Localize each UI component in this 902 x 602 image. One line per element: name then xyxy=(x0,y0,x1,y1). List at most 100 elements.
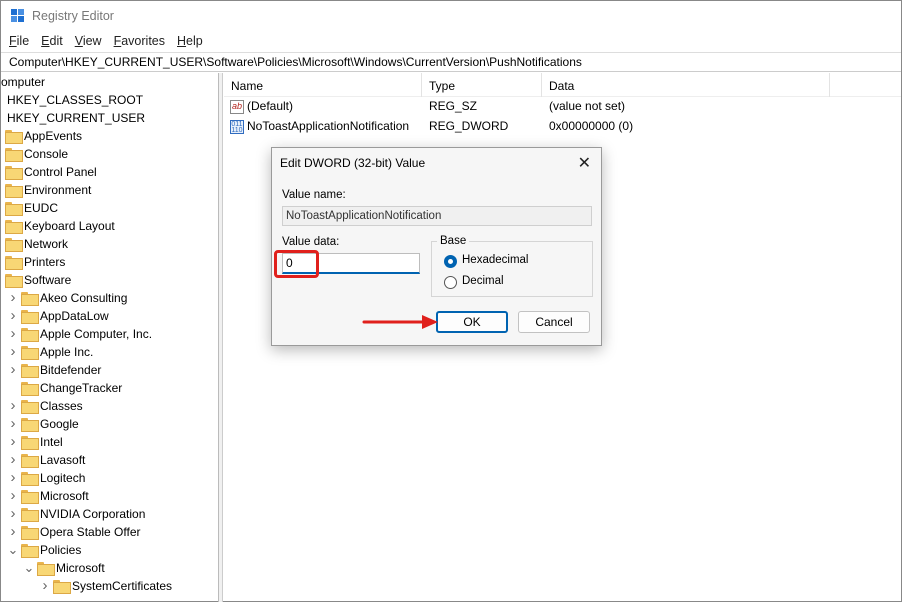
pane-splitter[interactable] xyxy=(219,73,223,602)
menu-bar: File Edit View Favorites Help xyxy=(1,31,215,51)
tree-item[interactable]: › Bitdefender xyxy=(7,361,101,379)
tree-item[interactable]: ⌄ Policies xyxy=(7,541,81,559)
tree-item[interactable]: Control Panel xyxy=(5,163,97,181)
tree-item[interactable]: HKEY_CLASSES_ROOT xyxy=(7,91,143,109)
tree-item[interactable]: › Apple Inc. xyxy=(7,343,93,361)
tree-item[interactable]: › Intel xyxy=(7,433,63,451)
tree-item[interactable]: › Logitech xyxy=(7,469,85,487)
tree-item[interactable]: › Classes xyxy=(7,397,83,415)
folder-icon xyxy=(21,490,39,504)
list-row-default[interactable]: ab (Default) REG_SZ (value not set) xyxy=(224,97,901,116)
tree-item[interactable]: Network xyxy=(5,235,68,253)
tree-item[interactable]: EUDC xyxy=(5,199,58,217)
tree-item-label: HKEY_CURRENT_USER xyxy=(7,111,146,125)
menu-help[interactable]: Help xyxy=(177,34,203,48)
tree-item[interactable]: Software xyxy=(5,271,71,289)
tree-item[interactable]: ChangeTracker xyxy=(7,379,122,397)
chevron-right-icon[interactable]: › xyxy=(7,343,19,361)
folder-icon xyxy=(21,346,39,360)
chevron-right-icon[interactable]: › xyxy=(7,523,19,541)
title-bar: Registry Editor xyxy=(1,1,901,31)
tree-item-label: Intel xyxy=(40,435,63,449)
tree-item[interactable]: › Google xyxy=(7,415,79,433)
close-icon[interactable]: ✕ xyxy=(578,153,591,173)
chevron-right-icon[interactable]: › xyxy=(7,451,19,469)
tree-item-label: omputer xyxy=(1,75,46,89)
address-bar[interactable]: Computer\HKEY_CURRENT_USER\Software\Poli… xyxy=(1,52,901,72)
highlight-box xyxy=(274,250,319,278)
registry-key-tree: omputer HKEY_CLASSES_ROOT HKEY_CURRENT_USE… xyxy=(1,73,219,602)
tree-item-label: Printers xyxy=(24,255,66,269)
tree-item[interactable]: ⌄ Microsoft xyxy=(23,559,105,577)
tree-item-label: EUDC xyxy=(24,201,59,215)
radio-hexadecimal[interactable] xyxy=(444,255,457,268)
list-header: Name Type Data xyxy=(224,73,901,97)
tree-item[interactable]: › Akeo Consulting xyxy=(7,289,127,307)
folder-icon xyxy=(5,220,23,234)
chevron-right-icon[interactable]: › xyxy=(7,289,19,307)
folder-icon xyxy=(21,436,39,450)
tree-item[interactable]: Keyboard Layout xyxy=(5,217,115,235)
menu-favorites[interactable]: Favorites xyxy=(114,34,165,48)
hexadecimal-label[interactable]: Hexadecimal xyxy=(462,254,528,266)
tree-item-label: Environment xyxy=(24,183,92,197)
chevron-right-icon[interactable]: › xyxy=(7,397,19,415)
chevron-right-icon[interactable]: › xyxy=(7,325,19,343)
chevron-right-icon[interactable]: › xyxy=(7,469,19,487)
chevron-right-icon[interactable]: › xyxy=(7,505,19,523)
tree-item[interactable]: › Lavasoft xyxy=(7,451,85,469)
chevron-right-icon[interactable]: › xyxy=(39,577,51,595)
chevron-right-icon[interactable]: › xyxy=(7,361,19,379)
menu-file[interactable]: File xyxy=(9,34,29,48)
tree-item[interactable]: HKEY_CURRENT_USER xyxy=(7,109,145,127)
column-header-data[interactable]: Data xyxy=(542,73,830,97)
value-name: NoToastApplicationNotification xyxy=(247,119,410,133)
value-name-field: NoToastApplicationNotification xyxy=(282,206,592,226)
column-header-type[interactable]: Type xyxy=(422,73,542,97)
tree-item[interactable]: › SystemCertificates xyxy=(39,577,172,595)
tree-item-label: Software xyxy=(24,273,72,287)
tree-item-label: Lavasoft xyxy=(40,453,86,467)
radio-decimal[interactable] xyxy=(444,276,457,289)
chevron-right-icon[interactable]: › xyxy=(7,415,19,433)
tree-item-label: Network xyxy=(24,237,69,251)
menu-edit[interactable]: Edit xyxy=(41,34,63,48)
chevron-down-icon[interactable]: ⌄ xyxy=(7,543,19,556)
chevron-down-icon[interactable]: ⌄ xyxy=(23,561,35,574)
tree-item[interactable]: › AppDataLow xyxy=(7,307,109,325)
folder-icon xyxy=(5,184,23,198)
registry-editor-icon xyxy=(11,9,25,23)
value-type: REG_DWORD xyxy=(429,119,509,133)
tree-item[interactable]: Console xyxy=(5,145,68,163)
folder-icon xyxy=(5,238,23,252)
tree-item-label: Opera Stable Offer xyxy=(40,525,141,539)
tree-item-label: Bitdefender xyxy=(40,363,102,377)
ok-button[interactable]: OK xyxy=(436,311,508,333)
tree-item-label: ChangeTracker xyxy=(40,381,123,395)
chevron-right-icon[interactable]: › xyxy=(7,487,19,505)
value-data-label: Value data: xyxy=(282,236,340,248)
menu-view[interactable]: View xyxy=(75,34,102,48)
window-title: Registry Editor xyxy=(32,9,114,23)
tree-item[interactable]: › Microsoft xyxy=(7,487,89,505)
tree-item[interactable]: omputer xyxy=(1,73,45,91)
chevron-right-icon[interactable]: › xyxy=(7,307,19,325)
decimal-label[interactable]: Decimal xyxy=(462,275,504,287)
tree-item[interactable]: › Opera Stable Offer xyxy=(7,523,141,541)
tree-item[interactable]: Printers xyxy=(5,253,65,271)
column-header-name[interactable]: Name xyxy=(224,73,422,97)
tree-item[interactable]: AppEvents xyxy=(5,127,82,145)
tree-item-label: Console xyxy=(24,147,69,161)
list-row-notoast[interactable]: 011 110 NoToastApplicationNotification RE… xyxy=(224,117,901,136)
red-arrow-icon xyxy=(362,315,438,329)
folder-icon xyxy=(21,418,39,432)
cancel-button[interactable]: Cancel xyxy=(518,311,590,333)
tree-item[interactable]: › NVIDIA Corporation xyxy=(7,505,145,523)
tree-item[interactable]: › Apple Computer, Inc. xyxy=(7,325,152,343)
chevron-right-icon[interactable]: › xyxy=(7,433,19,451)
dialog-title: Edit DWORD (32-bit) Value xyxy=(280,156,426,170)
value-type: REG_SZ xyxy=(429,99,478,113)
tree-item-label: SystemCertificates xyxy=(72,579,173,593)
tree-item[interactable]: Environment xyxy=(5,181,91,199)
folder-icon xyxy=(5,148,23,162)
